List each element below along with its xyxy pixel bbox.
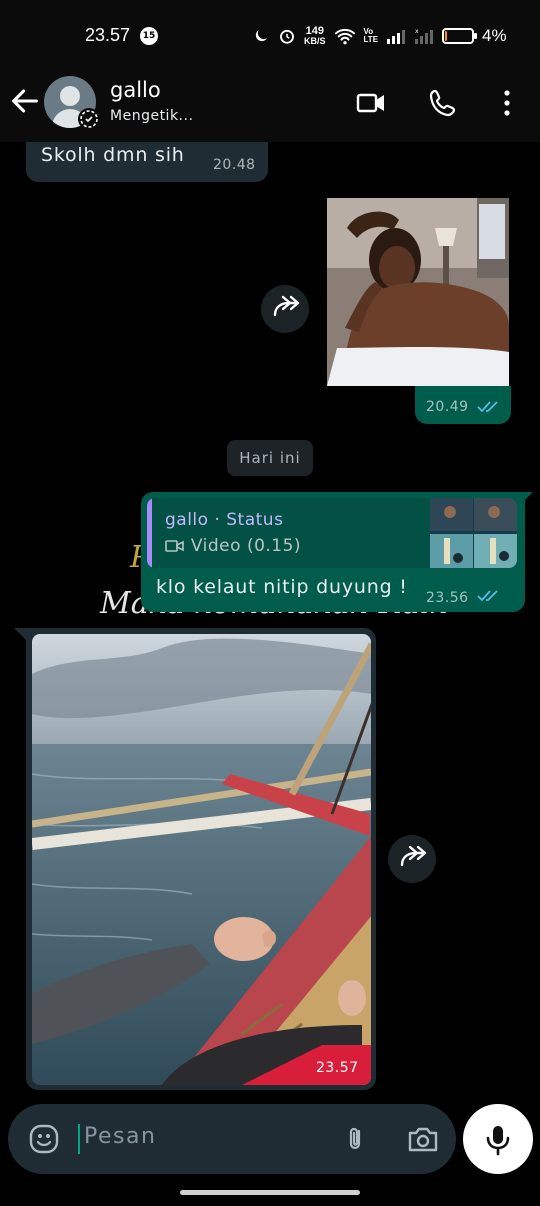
- svg-text:x: x: [415, 28, 419, 35]
- emoji-icon[interactable]: [28, 1123, 60, 1155]
- volte-indicator: Vo LTE: [364, 28, 379, 44]
- read-ticks-icon: [477, 590, 498, 602]
- quote-preview: Video (0.15): [165, 536, 301, 556]
- contact-name[interactable]: gallo: [110, 78, 161, 102]
- net-speed-unit: KB/S: [304, 36, 326, 46]
- wifi-icon: [334, 28, 355, 45]
- message-time: 23.57: [316, 1060, 359, 1076]
- photo-time-badge: 20.49: [415, 386, 511, 424]
- photo-boat-at-sea: [32, 634, 371, 1085]
- quote-preview-text: Video (0.15): [190, 536, 302, 556]
- thumbnail-collage: [430, 498, 517, 568]
- message-time: 23.56: [426, 590, 469, 606]
- quote-thumbnail: [430, 498, 517, 568]
- voice-record-button[interactable]: [463, 1104, 533, 1174]
- avatar-head: [60, 86, 80, 106]
- alarm-icon: [280, 29, 294, 44]
- more-options-icon[interactable]: [490, 86, 524, 120]
- net-speed: 149 KB/S: [304, 26, 326, 46]
- message-time: 20.48: [213, 157, 256, 173]
- back-arrow-icon[interactable]: [8, 84, 42, 118]
- mic-icon: [486, 1126, 510, 1156]
- forward-icon: [273, 295, 300, 317]
- video-icon: [165, 540, 184, 552]
- message-input[interactable]: Pesan: [8, 1104, 456, 1174]
- battery-fill: [445, 31, 448, 41]
- attach-icon[interactable]: [340, 1124, 370, 1154]
- chat-area[interactable]: Skolh dmn sih 20.48 20.49 Hari ini P Mak…: [0, 142, 540, 1100]
- composer-bar: Pesan: [0, 1100, 540, 1206]
- battery-icon: [442, 28, 478, 44]
- status-time: 23.57: [85, 25, 131, 45]
- camera-icon[interactable]: [406, 1124, 440, 1154]
- incoming-photo[interactable]: [32, 634, 371, 1085]
- bubble-tail: [14, 628, 26, 640]
- date-separator: Hari ini: [227, 440, 313, 476]
- quoted-status[interactable]: gallo · Status Video (0.15): [147, 498, 517, 568]
- status-icons: 149 KB/S Vo LTE x 4%: [252, 22, 507, 50]
- outgoing-photo[interactable]: [327, 198, 509, 386]
- battery-percent: 4%: [482, 26, 507, 45]
- message-text: klo kelaut nitip duyung !: [156, 576, 408, 598]
- chat-header: gallo Mengetik...: [0, 72, 540, 142]
- text-caret: [78, 1124, 80, 1154]
- quote-accent-bar: [147, 498, 152, 568]
- status-bar: 23.57 15 149 KB/S Vo LTE x 4%: [0, 0, 540, 72]
- message-outgoing-reply[interactable]: gallo · Status Video (0.15) klo kelaut n…: [141, 492, 525, 612]
- forward-button[interactable]: [261, 285, 309, 333]
- message-time: 20.49: [426, 399, 469, 415]
- forward-icon: [400, 845, 427, 867]
- quote-author: gallo · Status: [165, 510, 284, 530]
- video-call-icon[interactable]: [354, 86, 388, 120]
- voice-call-icon[interactable]: [426, 86, 460, 120]
- volte-bottom: LTE: [363, 35, 379, 44]
- message-incoming[interactable]: Skolh dmn sih 20.48: [26, 142, 268, 182]
- moon-icon: [255, 30, 267, 42]
- notification-badge: 15: [140, 27, 158, 45]
- home-indicator[interactable]: [180, 1190, 360, 1195]
- message-text: Skolh dmn sih: [41, 144, 185, 166]
- status-ring-icon: [78, 108, 100, 130]
- signal-2-icon: x: [415, 28, 434, 44]
- contact-status: Mengetik...: [110, 108, 194, 124]
- read-ticks-icon: [477, 401, 498, 413]
- photo-man-in-bed: [327, 198, 509, 386]
- signal-icon: [387, 30, 406, 44]
- forward-button[interactable]: [388, 835, 436, 883]
- input-placeholder: Pesan: [84, 1124, 157, 1149]
